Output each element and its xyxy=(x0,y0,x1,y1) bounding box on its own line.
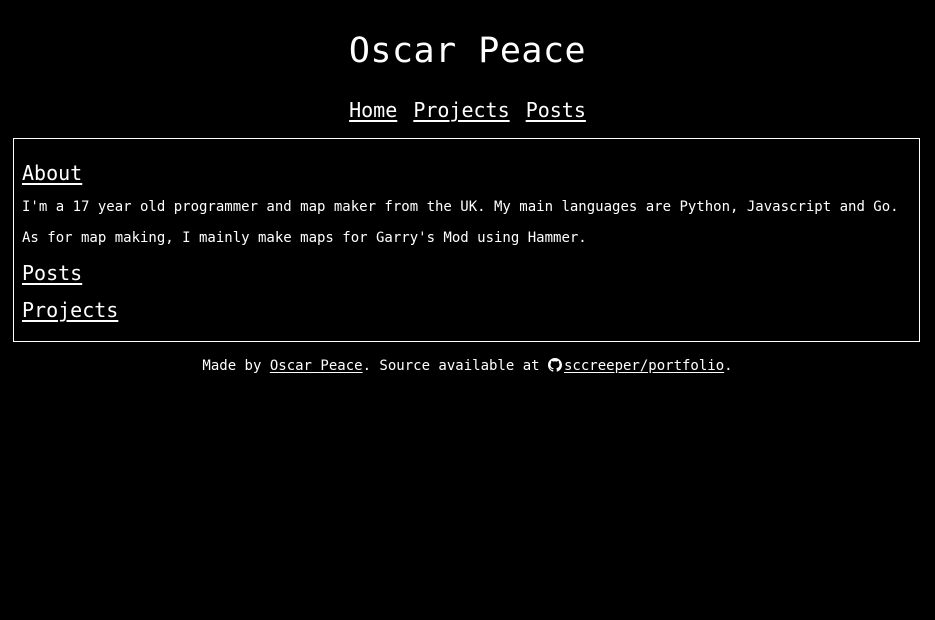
footer-middle: . Source available at xyxy=(362,358,548,374)
footer-suffix: . xyxy=(724,358,733,374)
footer-repo-link-text: sccreeper/portfolio xyxy=(564,358,725,374)
about-paragraph-maps: As for map making, I mainly make maps fo… xyxy=(22,230,587,246)
posts-heading-link[interactable]: Posts xyxy=(22,260,82,286)
site-title: Oscar Peace xyxy=(348,31,587,71)
nav-link-projects[interactable]: Projects xyxy=(413,98,509,122)
about-paragraph-intro: I'm a 17 year old programmer and map mak… xyxy=(22,199,899,215)
page: Oscar Peace Home Projects Posts About I'… xyxy=(0,0,935,620)
github-icon xyxy=(548,358,562,372)
footer-prefix: Made by xyxy=(202,358,270,374)
nav-link-posts[interactable]: Posts xyxy=(526,98,586,122)
footer: Made by Oscar Peace. Source available at… xyxy=(0,356,935,376)
footer-author-link[interactable]: Oscar Peace xyxy=(270,358,363,374)
main-nav: Home Projects Posts xyxy=(0,97,935,123)
content-box: About I'm a 17 year old programmer and m… xyxy=(13,138,920,342)
footer-repo-link[interactable]: sccreeper/portfolio xyxy=(548,358,724,374)
nav-link-home[interactable]: Home xyxy=(349,98,397,122)
about-heading-link[interactable]: About xyxy=(22,160,82,186)
projects-heading-link[interactable]: Projects xyxy=(22,297,118,323)
